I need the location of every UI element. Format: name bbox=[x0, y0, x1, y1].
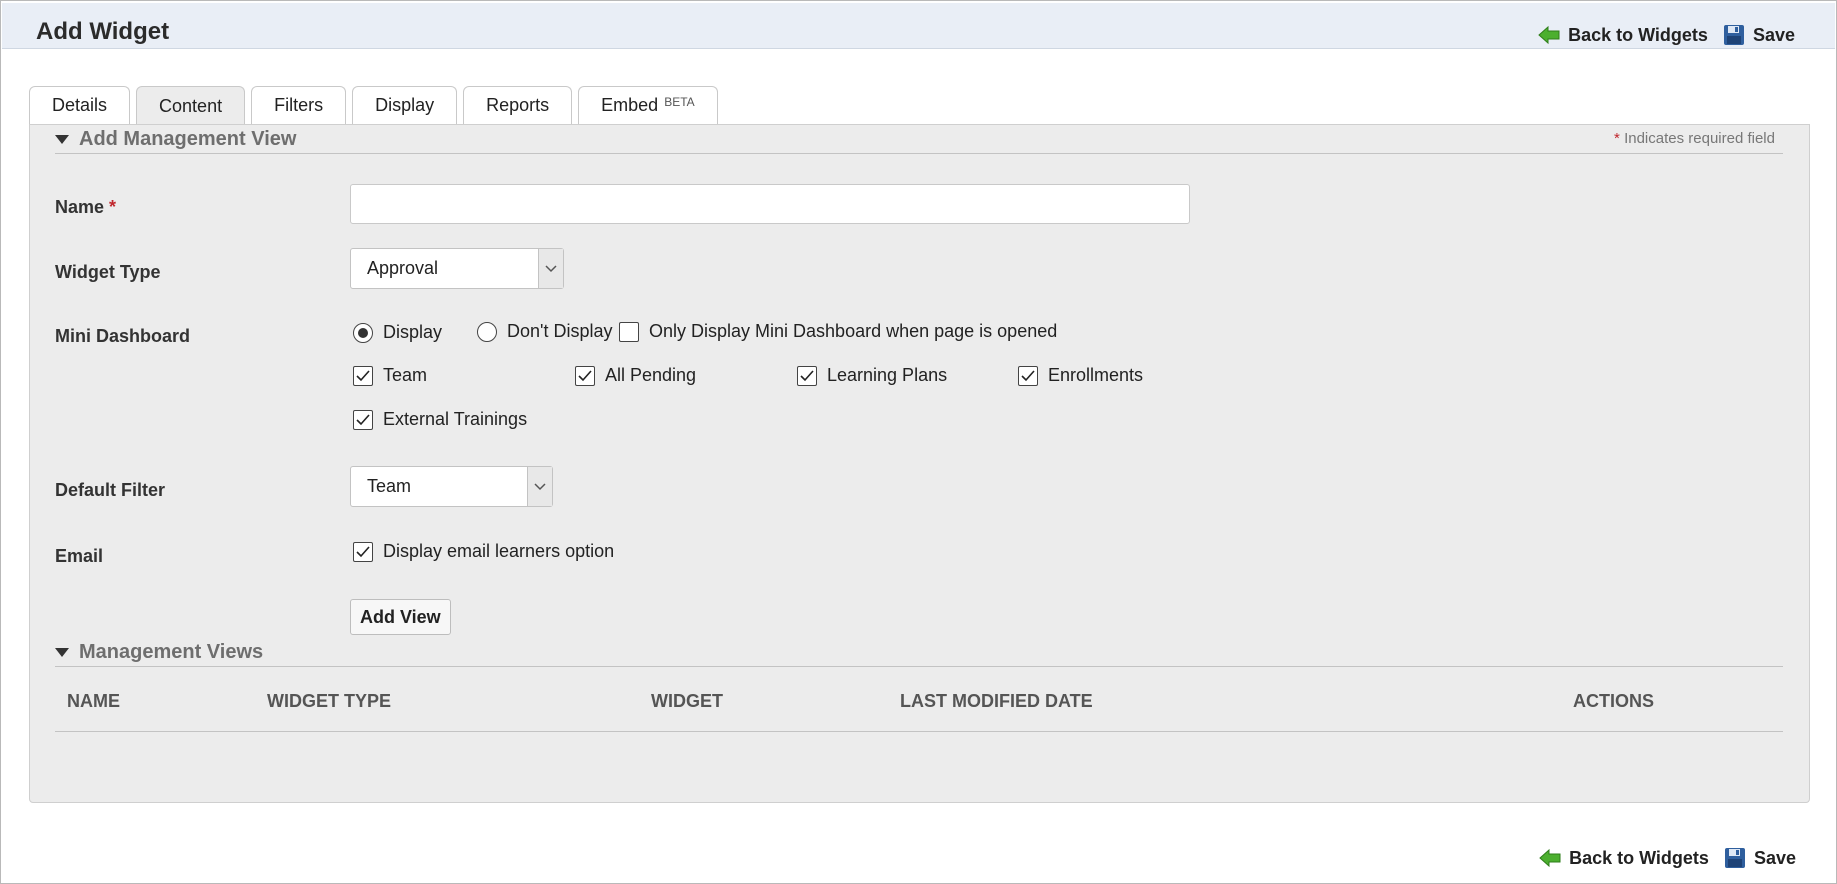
widget-type-value: Approval bbox=[367, 258, 439, 278]
section-title: Add Management View bbox=[79, 127, 297, 150]
floppy-disk-icon bbox=[1723, 846, 1747, 870]
required-note-text: Indicates required field bbox=[1624, 130, 1775, 147]
checkbox-label: Learning Plans bbox=[827, 365, 948, 385]
tab-filters[interactable]: Filters bbox=[251, 86, 347, 124]
save-button[interactable]: Save bbox=[1722, 23, 1795, 47]
radio-label: Don't Display bbox=[507, 321, 613, 341]
column-header-widget-type[interactable]: WIDGET TYPE bbox=[267, 691, 391, 712]
back-to-widgets-button[interactable]: Back to Widgets bbox=[1537, 23, 1708, 47]
check-icon bbox=[353, 365, 373, 386]
tab-label: Filters bbox=[274, 95, 324, 115]
checkbox-label: Only Display Mini Dashboard when page is… bbox=[649, 321, 1058, 341]
page-title: Add Widget bbox=[36, 18, 170, 45]
tab-embed[interactable]: Embed BETA bbox=[578, 86, 718, 124]
save-label: Save bbox=[1752, 24, 1795, 45]
back-arrow-icon bbox=[1537, 23, 1561, 47]
name-label: Name * bbox=[55, 197, 116, 218]
column-header-last-modified[interactable]: LAST MODIFIED DATE bbox=[900, 691, 1093, 712]
back-to-widgets-button[interactable]: Back to Widgets bbox=[1538, 846, 1709, 870]
chevron-down-icon bbox=[538, 249, 563, 288]
check-icon bbox=[353, 541, 373, 562]
tab-content[interactable]: Content bbox=[136, 86, 246, 126]
page-frame: Add Widget Back to Widgets Save Details … bbox=[0, 0, 1837, 884]
footer-actions: Back to Widgets Save bbox=[1538, 846, 1796, 870]
check-icon bbox=[1018, 365, 1038, 386]
default-filter-label: Default Filter bbox=[55, 480, 166, 500]
dashboard-item-team-checkbox[interactable]: Team bbox=[353, 365, 427, 386]
tab-label: Display bbox=[375, 95, 435, 115]
check-icon bbox=[353, 409, 373, 430]
management-views-header[interactable]: Management Views bbox=[55, 638, 1783, 667]
email-label: Email bbox=[55, 546, 104, 566]
checkbox-label: Enrollments bbox=[1048, 365, 1144, 385]
floppy-disk-icon bbox=[1722, 23, 1746, 47]
content-panel: Add Management View * Indicates required… bbox=[29, 124, 1810, 803]
dashboard-item-learning-plans-checkbox[interactable]: Learning Plans bbox=[797, 365, 947, 386]
widget-type-select[interactable]: Approval bbox=[350, 248, 564, 289]
only-display-when-opened-checkbox[interactable]: Only Display Mini Dashboard when page is… bbox=[619, 321, 1057, 342]
chevron-down-icon bbox=[527, 467, 552, 506]
required-star: * bbox=[109, 197, 117, 217]
mini-dashboard-label: Mini Dashboard bbox=[55, 326, 191, 346]
check-icon bbox=[575, 365, 595, 386]
widget-type-label: Widget Type bbox=[55, 262, 161, 282]
checkbox-label: Team bbox=[383, 365, 428, 385]
required-star: * bbox=[1614, 130, 1620, 147]
tab-label: Details bbox=[52, 95, 108, 115]
email-learners-checkbox[interactable]: Display email learners option bbox=[353, 541, 614, 562]
add-view-button[interactable]: Add View bbox=[350, 599, 451, 635]
header-actions: Back to Widgets Save bbox=[1537, 23, 1795, 47]
default-filter-value: Team bbox=[367, 476, 412, 496]
back-arrow-icon bbox=[1538, 846, 1562, 870]
radio-selected bbox=[353, 322, 373, 343]
checkbox-label: External Trainings bbox=[383, 409, 528, 429]
column-header-name[interactable]: NAME bbox=[67, 691, 120, 712]
tab-label: Content bbox=[159, 96, 223, 116]
name-input[interactable] bbox=[350, 184, 1190, 224]
default-filter-select[interactable]: Team bbox=[350, 466, 553, 507]
tab-bar: Details Content Filters Display Reports … bbox=[29, 86, 718, 126]
mini-dashboard-display-radio[interactable]: Display bbox=[353, 322, 442, 343]
dashboard-item-external-trainings-checkbox[interactable]: External Trainings bbox=[353, 409, 527, 430]
dashboard-item-enrollments-checkbox[interactable]: Enrollments bbox=[1018, 365, 1143, 386]
section-title: Management Views bbox=[79, 640, 264, 663]
checkbox-unchecked bbox=[619, 321, 639, 342]
required-field-note: * Indicates required field bbox=[1614, 130, 1775, 147]
column-header-actions: ACTIONS bbox=[1573, 691, 1654, 711]
back-to-widgets-label: Back to Widgets bbox=[1569, 847, 1709, 868]
radio-unselected bbox=[477, 321, 497, 342]
column-header-widget[interactable]: WIDGET bbox=[651, 691, 723, 712]
beta-badge: BETA bbox=[664, 94, 695, 109]
page-header: Add Widget Back to Widgets Save bbox=[2, 3, 1835, 49]
tab-reports[interactable]: Reports bbox=[463, 86, 573, 124]
mini-dashboard-dont-display-radio[interactable]: Don't Display bbox=[477, 321, 612, 342]
caret-down-icon bbox=[55, 134, 69, 144]
save-label: Save bbox=[1753, 847, 1796, 868]
dashboard-item-all-pending-checkbox[interactable]: All Pending bbox=[575, 365, 696, 386]
checkbox-label: Display email learners option bbox=[383, 541, 615, 561]
name-label-text: Name bbox=[55, 197, 105, 217]
back-to-widgets-label: Back to Widgets bbox=[1568, 24, 1708, 45]
check-icon bbox=[797, 365, 817, 386]
checkbox-label: All Pending bbox=[605, 365, 697, 385]
tab-display[interactable]: Display bbox=[352, 86, 458, 124]
tab-details[interactable]: Details bbox=[29, 86, 131, 124]
tab-label: Reports bbox=[486, 95, 550, 115]
management-views-table-header: NAME WIDGET TYPE WIDGET LAST MODIFIED DA… bbox=[55, 667, 1783, 732]
tab-label: Embed bbox=[601, 95, 659, 115]
caret-down-icon bbox=[55, 647, 69, 657]
add-management-view-header[interactable]: Add Management View * Indicates required… bbox=[55, 125, 1783, 154]
radio-label: Display bbox=[383, 322, 443, 342]
save-button[interactable]: Save bbox=[1723, 846, 1796, 870]
